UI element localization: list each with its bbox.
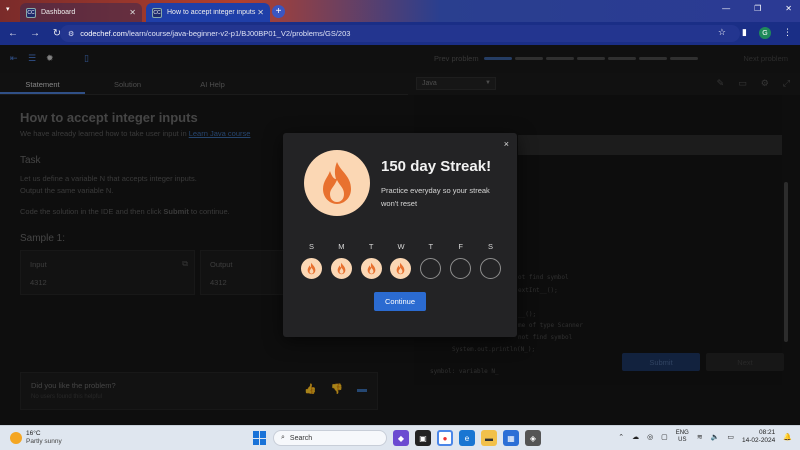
menu-dots-icon[interactable]: ⋮ <box>783 27 792 39</box>
edge-icon[interactable]: e <box>459 430 475 446</box>
day-empty-circle <box>450 258 472 279</box>
close-icon[interactable]: × <box>504 139 509 149</box>
day-thursday: T <box>420 242 442 279</box>
minimize-icon[interactable]: — <box>722 4 730 13</box>
weather-sun-icon <box>10 432 22 444</box>
day-label: S <box>308 242 314 251</box>
address-bar: ← → ↻ ⚙ codechef.com /learn/course/java-… <box>0 22 800 45</box>
day-saturday: S <box>479 242 501 279</box>
weekday-streak: S M T W T F S <box>301 242 501 279</box>
back-icon[interactable]: ← <box>4 28 22 39</box>
browser-actions: ▮ G ⋮ <box>742 27 792 39</box>
tab-search-icon[interactable]: ▾ <box>6 5 16 15</box>
modal-description: Practice everyday so your streak won't r… <box>381 186 490 208</box>
side-panel-icon[interactable]: ▮ <box>742 27 747 39</box>
search-placeholder: Search <box>289 434 313 442</box>
day-done-flame-icon <box>301 258 322 279</box>
site-info-icon[interactable]: ⚙ <box>68 30 74 38</box>
search-icon: ⌕ <box>281 434 285 441</box>
headset-icon[interactable]: ◎ <box>647 433 653 441</box>
tab-dashboard[interactable]: CC Dashboard ✕ <box>20 3 142 22</box>
notification-bell-icon[interactable]: 🔔 <box>783 433 792 441</box>
weather-widget[interactable]: 16°C Partly sunny <box>10 430 62 446</box>
camera-icon[interactable]: ▢ <box>661 433 668 441</box>
close-tab-icon[interactable]: ✕ <box>129 8 136 17</box>
weather-text: 16°C Partly sunny <box>26 430 62 446</box>
window-controls: — ❐ ✕ <box>722 4 792 13</box>
tab-label: How to accept integer inputs P <box>167 9 257 16</box>
day-empty-circle <box>420 258 442 279</box>
day-label: T <box>428 242 434 251</box>
new-tab-button[interactable]: + <box>272 5 285 18</box>
day-label: F <box>458 242 463 251</box>
day-label: M <box>338 242 345 251</box>
url-input[interactable]: ⚙ codechef.com /learn/course/java-beginn… <box>60 25 740 42</box>
cloud-icon[interactable]: ☁ <box>632 433 639 441</box>
clock[interactable]: 08:21 14-02-2024 <box>742 429 775 445</box>
day-sunday: S <box>301 242 322 279</box>
day-label: T <box>368 242 374 251</box>
task-view-icon[interactable]: ▣ <box>415 430 431 446</box>
system-tray: ⌃ ☁ ◎ ▢ ENG US ≋ 🔈 ▭ 08:21 14-02-2024 🔔 <box>618 429 792 445</box>
volume-icon[interactable]: 🔈 <box>711 433 720 441</box>
day-done-flame-icon <box>330 258 352 279</box>
battery-icon[interactable]: ▭ <box>727 433 734 441</box>
screen: ▾ CC Dashboard ✕ CC How to accept intege… <box>0 0 800 450</box>
day-wednesday: W <box>390 242 412 279</box>
app-cube-icon[interactable]: ◈ <box>525 430 541 446</box>
forward-icon[interactable]: → <box>26 28 44 39</box>
modal-title: 150 day Streak! <box>381 158 492 175</box>
tab-label: Dashboard <box>41 9 76 16</box>
streak-modal: × 150 day Streak! Practice everyday so y… <box>283 133 517 337</box>
clock-date: 14-02-2024 <box>742 437 776 444</box>
profile-avatar[interactable]: G <box>759 27 771 39</box>
close-tab-icon[interactable]: ✕ <box>257 8 264 17</box>
taskbar-apps: ⌕ Search ◆ ▣ ● e ▬ ▦ ◈ <box>253 430 541 446</box>
weather-temp: 16°C <box>26 430 41 437</box>
continue-button[interactable]: Continue <box>374 292 426 311</box>
url-host: codechef.com <box>80 29 127 38</box>
lang-line-2: US <box>678 437 687 443</box>
tab-problem[interactable]: CC How to accept integer inputs P ✕ <box>146 3 270 22</box>
codechef-favicon-icon: CC <box>26 7 36 18</box>
lang-line-1: ENG <box>675 430 689 436</box>
language-indicator[interactable]: ENG US <box>676 430 689 444</box>
chrome-icon[interactable]: ● <box>437 430 453 446</box>
weather-desc: Partly sunny <box>26 438 62 445</box>
copilot-icon[interactable]: ◆ <box>393 430 409 446</box>
tray-chevron-icon[interactable]: ⌃ <box>618 433 624 441</box>
maximize-icon[interactable]: ❐ <box>754 4 761 13</box>
taskbar-search-input[interactable]: ⌕ Search <box>273 430 387 446</box>
url-path: /learn/course/java-beginner-v2-p1/BJ00BP… <box>126 29 351 38</box>
day-friday: F <box>450 242 472 279</box>
bookmark-star-icon[interactable]: ☆ <box>718 27 726 38</box>
store-icon[interactable]: ▦ <box>503 430 519 446</box>
clock-time: 08:21 <box>759 429 776 436</box>
day-done-flame-icon <box>360 258 382 279</box>
day-tuesday: T <box>360 242 382 279</box>
day-monday: M <box>330 242 352 279</box>
wifi-icon[interactable]: ≋ <box>697 433 703 441</box>
windows-start-icon[interactable] <box>253 431 267 445</box>
day-label: S <box>487 242 493 251</box>
browser-tab-strip: ▾ CC Dashboard ✕ CC How to accept intege… <box>0 0 800 22</box>
flame-badge <box>304 150 370 216</box>
flame-icon <box>323 162 351 204</box>
file-explorer-icon[interactable]: ▬ <box>481 430 497 446</box>
codechef-favicon-icon: CC <box>152 7 162 18</box>
windows-taskbar: 16°C Partly sunny ⌕ Search ◆ ▣ ● e ▬ ▦ ◈… <box>0 425 800 450</box>
day-empty-circle <box>479 258 501 279</box>
day-done-flame-icon <box>390 258 412 279</box>
close-window-icon[interactable]: ✕ <box>785 4 792 13</box>
day-label: W <box>397 242 405 251</box>
